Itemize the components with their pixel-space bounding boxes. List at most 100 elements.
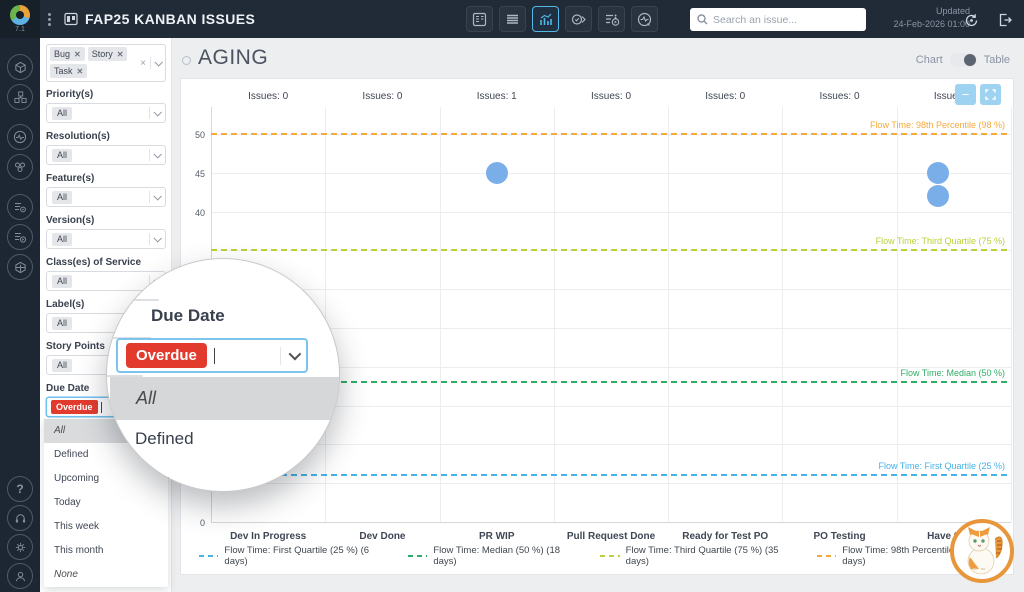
- legend-dash-swatch: [600, 555, 619, 557]
- filter-select-resolution-s-[interactable]: All: [46, 145, 166, 165]
- filter-select-priority-s-[interactable]: All: [46, 103, 166, 123]
- type-tag-bug[interactable]: Bug ✕: [50, 47, 85, 61]
- settings-list-icon[interactable]: [7, 194, 33, 220]
- support-headset-icon[interactable]: [7, 505, 33, 531]
- type-tag-story[interactable]: Story✕: [88, 47, 128, 61]
- percentile-line: [211, 249, 1011, 251]
- type-tag-task[interactable]: Task ✕: [50, 64, 87, 78]
- due-date-option-this-month[interactable]: This month: [44, 539, 168, 563]
- magnified-chevron-down-icon[interactable]: [289, 348, 302, 361]
- fullscreen-button[interactable]: [980, 84, 1001, 105]
- cluster-icon[interactable]: [7, 154, 33, 180]
- app-logo[interactable]: 7.1: [0, 0, 40, 38]
- due-date-option-none[interactable]: None: [44, 563, 168, 587]
- percentile-line: [211, 133, 1011, 135]
- overdue-tag[interactable]: Overdue: [51, 400, 98, 414]
- remove-tag-icon[interactable]: ✕: [74, 50, 81, 59]
- x-axis-label: Ready for Test PO: [668, 531, 782, 542]
- tag-label: Bug: [54, 49, 70, 59]
- kebab-menu-icon[interactable]: [48, 13, 52, 26]
- filter-label-resolution-s-: Resolution(s): [46, 131, 165, 142]
- column-separator: [1011, 107, 1012, 522]
- legend-label: Flow Time: Third Quartile (75 %) (35 day…: [626, 545, 791, 567]
- tag-label: Task: [54, 66, 73, 76]
- issue-type-multiselect[interactable]: Bug✕Story✕Task✕ ×: [46, 44, 166, 82]
- legend-label: Flow Time: First Quartile (25 %) (6 days…: [224, 545, 382, 567]
- magnified-option-all[interactable]: All: [110, 377, 340, 420]
- issues-count-label: Issues: 0: [554, 91, 668, 102]
- issue-age-dot[interactable]: [486, 162, 508, 184]
- app-version: 7.1: [15, 26, 25, 33]
- search-bar[interactable]: [690, 8, 866, 31]
- kanban-board-view-button[interactable]: [466, 6, 493, 32]
- due-date-option-this-week[interactable]: This week: [44, 515, 168, 539]
- search-input[interactable]: [713, 14, 859, 26]
- playbook-list-icon[interactable]: [7, 224, 33, 250]
- flow-pulse-icon[interactable]: [7, 124, 33, 150]
- view-switcher-icons: [466, 6, 658, 32]
- gridline: [211, 212, 1011, 213]
- dashboard-title: FAP25 KANBAN ISSUES: [85, 11, 255, 27]
- charts-view-button-active[interactable]: [532, 6, 559, 32]
- magnified-option-partial: ming: [133, 471, 170, 491]
- selected-value: All: [52, 317, 72, 330]
- board-icon: [64, 12, 78, 26]
- user-avatar-icon[interactable]: [7, 563, 33, 589]
- magnified-due-date-input[interactable]: Overdue: [116, 338, 308, 373]
- chart-table-toggle: Chart Table: [916, 53, 1010, 67]
- search-icon: [697, 14, 708, 25]
- issues-count-label: Issues: 1: [440, 91, 554, 102]
- board-package-icon[interactable]: [7, 54, 33, 80]
- clear-filter-icon[interactable]: ×: [140, 58, 146, 69]
- magnified-text-caret: [214, 348, 216, 364]
- chevron-down-icon[interactable]: [153, 150, 161, 158]
- info-circle-icon[interactable]: [182, 56, 191, 65]
- page-title: AGING: [198, 46, 268, 70]
- y-tick-label: 40: [183, 208, 205, 218]
- percentile-line-label: Flow Time: First Quartile (25 %): [211, 461, 1005, 471]
- top-bar: 7.1 FAP25 KANBAN ISSUES: [0, 0, 1024, 38]
- x-axis-label: Pull Request Done: [554, 531, 668, 542]
- x-axis-label: PO Testing: [782, 531, 896, 542]
- list-view-button[interactable]: [499, 6, 526, 32]
- remove-tag-icon[interactable]: ✕: [77, 67, 84, 76]
- percentile-line: [211, 474, 1011, 476]
- magnified-option-defined[interactable]: Defined: [135, 429, 194, 449]
- magnified-overdue-tag[interactable]: Overdue: [126, 343, 207, 368]
- filter-select-version-s-[interactable]: All: [46, 229, 166, 249]
- app-window: 7.1 FAP25 KANBAN ISSUES: [0, 0, 1024, 592]
- zoom-out-button[interactable]: −: [955, 84, 976, 105]
- chevron-down-icon[interactable]: [154, 58, 162, 66]
- filter-label-feature-s-: Feature(s): [46, 173, 165, 184]
- forecast-list-view-button[interactable]: [598, 6, 625, 32]
- legend-dash-swatch: [408, 555, 427, 557]
- chevron-down-icon[interactable]: [153, 192, 161, 200]
- filter-select-feature-s-[interactable]: All: [46, 187, 166, 207]
- help-icon[interactable]: ?: [7, 476, 33, 502]
- legend-label: Flow Time: Median (50 %) (18 days): [433, 545, 574, 567]
- simulation-view-button[interactable]: [631, 6, 658, 32]
- y-tick-label: 0: [183, 518, 205, 528]
- toggle-chart-label: Chart: [916, 54, 943, 66]
- cycle-time-view-button[interactable]: [565, 6, 592, 32]
- x-axis-label: Dev In Progress: [211, 531, 325, 542]
- column-separator: [554, 107, 555, 522]
- chevron-down-icon[interactable]: [153, 108, 161, 116]
- mascot-chat-button[interactable]: [950, 519, 1014, 583]
- magnified-due-date-heading: Due Date: [151, 306, 225, 326]
- settings-gear-icon[interactable]: [7, 534, 33, 560]
- issue-age-dot[interactable]: [927, 162, 949, 184]
- chevron-down-icon[interactable]: [153, 234, 161, 242]
- gridline: [211, 289, 1011, 290]
- view-toggle-switch[interactable]: [950, 53, 977, 67]
- due-date-option-today[interactable]: Today: [44, 491, 168, 515]
- split-cube-icon[interactable]: [7, 254, 33, 280]
- x-axis-label: Dev Done: [325, 531, 439, 542]
- logout-button[interactable]: [991, 7, 1018, 33]
- remove-tag-icon[interactable]: ✕: [117, 50, 124, 59]
- issues-count-label: Issues: 0: [325, 91, 439, 102]
- issue-age-dot[interactable]: [927, 185, 949, 207]
- multi-boards-icon[interactable]: [7, 84, 33, 110]
- sync-button[interactable]: [958, 7, 985, 33]
- x-axis-line: [211, 522, 1011, 523]
